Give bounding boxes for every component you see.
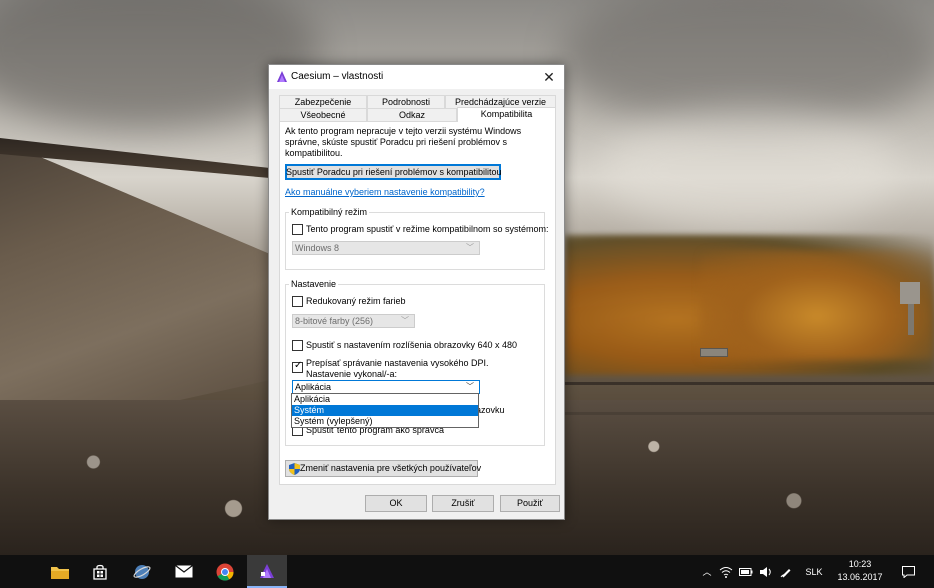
app-button-globe[interactable]: [122, 555, 162, 588]
chevron-up-icon: ︿: [702, 567, 712, 577]
wallpaper-platform: [0, 140, 270, 440]
tray-volume[interactable]: [758, 555, 774, 588]
settings-group-label: Nastavenie: [289, 279, 339, 289]
action-center-button[interactable]: [898, 555, 918, 588]
tray-network[interactable]: [718, 555, 734, 588]
high-dpi-checkbox[interactable]: [292, 360, 303, 373]
compat-mode-group-label: Kompatibilný režim: [289, 207, 370, 217]
reduced-color-checkbox[interactable]: [292, 296, 303, 307]
caesium-taskbar-button[interactable]: [247, 555, 287, 588]
wallpaper-cloud: [600, 110, 900, 230]
resolution-label: Spustiť s nastavením rozlíšenia obrazovk…: [306, 340, 517, 350]
high-dpi-label-line2: Nastavenie vykonal/-a:: [306, 369, 398, 379]
tab-compatibility[interactable]: Kompatibilita: [457, 107, 556, 122]
language-indicator: SLK: [805, 566, 823, 577]
compat-mode-checkbox-label: Tento program spustiť v režime kompatibi…: [306, 224, 549, 234]
clock-time: 10:23: [848, 559, 872, 569]
tray-overflow-chevron[interactable]: ︿: [700, 555, 714, 588]
chevron-down-icon: ﹀: [401, 316, 409, 325]
caesium-app-icon: [260, 563, 274, 578]
wallpaper-forest: [700, 250, 934, 360]
chevron-down-icon: ﹀: [466, 382, 474, 391]
dialog-title: Caesium – vlastnosti: [291, 71, 384, 82]
mail-button[interactable]: [164, 555, 204, 588]
wallpaper-plate: [700, 348, 728, 357]
chrome-icon: [216, 563, 234, 581]
taskbar: ︿ SLK 10:23 13.06.2017: [0, 555, 934, 588]
chevron-down-icon: ﹀: [466, 243, 474, 252]
tray-battery[interactable]: [738, 555, 754, 588]
dpi-scaling-dropdown: Aplikácia Systém Systém (vylepšený): [291, 393, 479, 428]
chrome-button[interactable]: [205, 555, 245, 588]
dialog-titlebar[interactable]: Caesium – vlastnosti ✕: [269, 65, 564, 89]
store-button[interactable]: [80, 555, 120, 588]
manual-compat-link[interactable]: Ako manuálne vyberiem nastavenie kompati…: [285, 187, 485, 197]
battery-icon: [739, 567, 753, 576]
notification-icon: [901, 565, 915, 578]
dropdown-option-application[interactable]: Aplikácia: [292, 394, 478, 405]
wallpaper-rail: [565, 382, 934, 385]
globe-satellite-icon: [133, 564, 151, 579]
dropdown-option-system[interactable]: Systém: [292, 405, 478, 416]
dpi-scaling-select[interactable]: Aplikácia ﹀: [292, 380, 480, 394]
intro-text: Ak tento program nepracuje v tejto verzi…: [285, 126, 522, 158]
properties-dialog: Caesium – vlastnosti ✕ Zabezpečenie Podr…: [268, 64, 565, 520]
cancel-button[interactable]: Zrušiť: [432, 495, 494, 512]
speaker-icon: [760, 566, 771, 577]
close-icon: ✕: [543, 69, 555, 85]
compat-os-select[interactable]: Windows 8 ﹀: [292, 241, 480, 255]
wifi-icon: [719, 566, 733, 578]
tab-shortcut[interactable]: Odkaz: [367, 108, 457, 121]
tab-details[interactable]: Podrobnosti: [367, 95, 445, 108]
dropdown-option-system-enhanced[interactable]: Systém (vylepšený): [292, 416, 478, 427]
reduced-color-label: Redukovaný režim farieb: [306, 296, 406, 306]
caesium-app-icon: [277, 71, 287, 82]
dpi-scaling-select-value: Aplikácia: [295, 382, 332, 392]
close-button[interactable]: ✕: [534, 65, 564, 89]
partially-hidden-label: azovku: [476, 405, 505, 415]
tab-general[interactable]: Všeobecné: [279, 108, 367, 121]
apply-button[interactable]: Použiť: [500, 495, 560, 512]
ok-button[interactable]: OK: [365, 495, 427, 512]
wallpaper-sign: [900, 282, 920, 304]
compatibility-panel: Ak tento program nepracuje v tejto verzi…: [279, 121, 556, 485]
high-dpi-label-line1: Prepísať správanie nastavenia vysokého D…: [306, 358, 489, 368]
color-mode-select-value: 8-bitové farby (256): [295, 316, 374, 326]
tray-pen[interactable]: [778, 555, 794, 588]
color-mode-select[interactable]: 8-bitové farby (256) ﹀: [292, 314, 415, 328]
tray-clock[interactable]: 10:23 13.06.2017: [830, 558, 890, 584]
wallpaper-rail: [565, 412, 934, 415]
tray-language[interactable]: SLK: [800, 555, 828, 588]
mail-envelope-icon: [175, 565, 193, 578]
change-all-users-button[interactable]: Zmeniť nastavenia pre všetkých používate…: [285, 460, 482, 477]
clock-date: 13.06.2017: [837, 572, 883, 582]
tab-security[interactable]: Zabezpečenie: [279, 95, 367, 108]
compat-os-select-value: Windows 8: [295, 243, 340, 253]
store-bag-icon: [93, 564, 107, 580]
folder-icon: [51, 566, 69, 579]
change-all-users-label: Zmeniť nastavenia pre všetkých používate…: [300, 463, 482, 473]
pen-ink-icon: [780, 568, 791, 577]
file-explorer-button[interactable]: [40, 555, 80, 588]
resolution-checkbox[interactable]: [292, 340, 303, 351]
compat-mode-checkbox[interactable]: [292, 224, 303, 235]
run-troubleshooter-button[interactable]: Spustiť Poradcu pri riešení problémov s …: [285, 164, 501, 180]
uac-shield-icon: [289, 463, 300, 475]
